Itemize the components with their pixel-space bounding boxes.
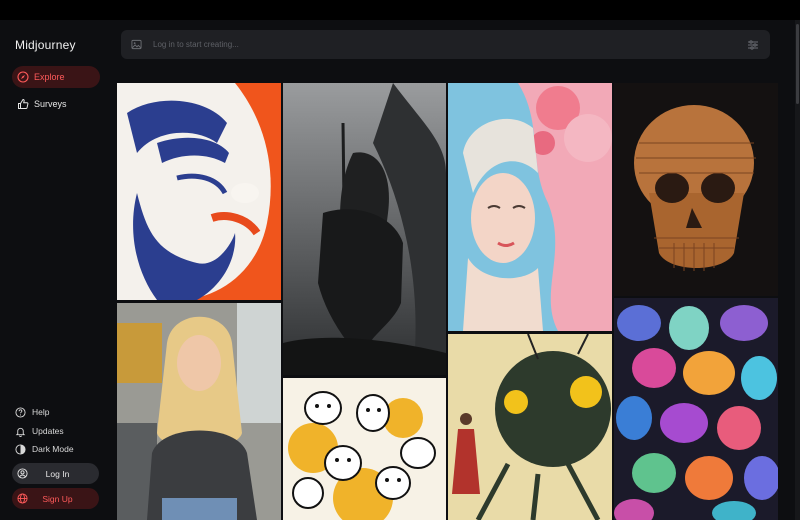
gallery-image-mask[interactable] <box>117 83 281 300</box>
user-icon <box>16 468 28 480</box>
prompt-bar[interactable] <box>121 30 770 59</box>
sliders-icon[interactable] <box>746 38 760 52</box>
gallery-image-portrait[interactable] <box>448 83 612 331</box>
image-icon <box>131 39 143 51</box>
prompt-input[interactable] <box>151 39 746 50</box>
nav-surveys-label: Surveys <box>34 99 67 109</box>
dark-mode-toggle[interactable]: Dark Mode <box>14 442 74 456</box>
nav-explore-label: Explore <box>34 72 65 82</box>
nav-explore[interactable]: Explore <box>12 66 100 88</box>
compass-icon <box>16 70 30 84</box>
log-in-button[interactable]: Log In <box>12 463 99 484</box>
bell-icon <box>14 425 26 437</box>
gallery-image-knight[interactable] <box>283 83 446 375</box>
help-icon <box>14 406 26 418</box>
updates-label: Updates <box>32 426 64 436</box>
help-label: Help <box>32 407 50 417</box>
sidebar: Midjourney Explore Surveys Help Updates … <box>0 20 110 520</box>
gallery-image-skull[interactable] <box>614 83 778 296</box>
sign-up-button[interactable]: Sign Up <box>12 488 99 509</box>
thumbs-up-icon <box>16 97 30 111</box>
page-scrollbar-thumb[interactable] <box>796 24 799 104</box>
globe-icon <box>16 493 28 505</box>
nav-surveys[interactable]: Surveys <box>12 93 100 115</box>
updates-link[interactable]: Updates <box>14 424 64 438</box>
gallery-image-woman[interactable] <box>117 303 281 520</box>
brand-logo[interactable]: Midjourney <box>15 38 76 52</box>
gallery-image-insect[interactable] <box>448 334 612 520</box>
half-circle-icon <box>14 443 26 455</box>
top-bar <box>0 0 800 20</box>
sign-up-label: Sign Up <box>42 493 73 504</box>
log-in-label: Log In <box>45 468 70 479</box>
help-link[interactable]: Help <box>14 405 49 419</box>
gallery-image-doodle[interactable] <box>283 378 446 520</box>
dark-mode-label: Dark Mode <box>32 444 74 454</box>
gallery-image-gems[interactable] <box>614 298 778 520</box>
